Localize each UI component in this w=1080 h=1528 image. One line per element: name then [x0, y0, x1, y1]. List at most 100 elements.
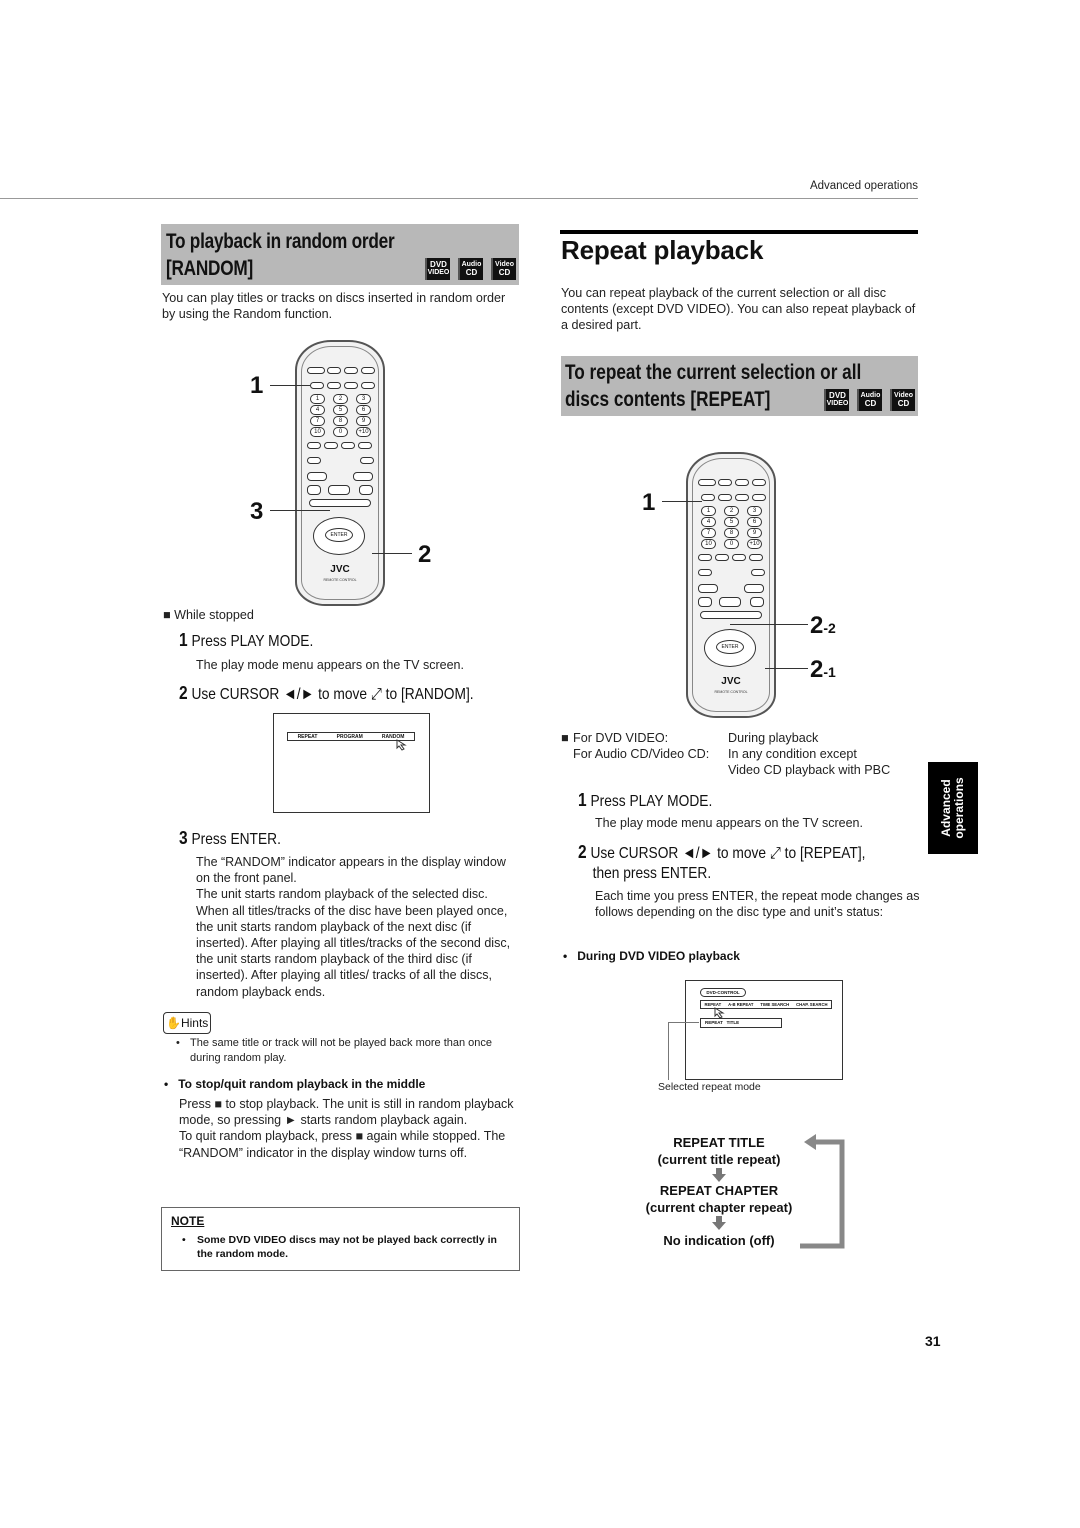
page-title: Repeat playback	[561, 235, 764, 265]
jvc-logo: JVC	[330, 564, 350, 575]
random-step-3: 3 Press ENTER.	[179, 828, 281, 848]
callout-line	[372, 553, 412, 554]
callout-2-1: 2-1	[810, 656, 836, 683]
remote-button	[307, 457, 321, 464]
random-disc-badges: DVD VIDEO Audio CD Video CD	[425, 258, 516, 280]
remote-control-illustration: 123 456 789 10 0 +10 ENTER JVC REMOTE CONT…	[295, 340, 385, 606]
leader-line	[668, 1022, 669, 1080]
remote-button	[353, 472, 373, 481]
dvd-control-label: DVD-CONTROL	[700, 988, 746, 997]
callout-1: 1	[642, 489, 656, 516]
flow-mode-repeat-chapter: REPEAT CHAPTER	[659, 1183, 779, 1198]
remote-button	[361, 367, 375, 374]
repeat-step-1: 1 Press PLAY MODE.	[578, 790, 713, 810]
remote-button	[307, 485, 321, 495]
square-bullet-icon: ■	[163, 608, 171, 622]
callout-3: 3	[250, 498, 264, 525]
play-mode-button	[310, 382, 324, 389]
repeat-intro: You can repeat playback of the current s…	[561, 286, 916, 332]
square-bullet-icon: ■	[561, 731, 569, 745]
down-arrow-icon	[712, 1216, 726, 1230]
remote-control-label: REMOTE CONTROL	[714, 690, 748, 694]
random-title-line1: To playback in random order	[166, 230, 395, 253]
menu-program: PROGRAM	[336, 733, 363, 740]
repeat-conditions: ■ For DVD VIDEO: During playback For Audio…	[561, 731, 891, 777]
remote-button	[361, 382, 375, 389]
note-item: • Some DVD VIDEO discs may not be played…	[182, 1234, 497, 1260]
callout-2: 2	[418, 541, 432, 568]
remote-button	[309, 499, 371, 507]
video-cd-badge: Video CD	[491, 258, 516, 280]
tv-screen-repeat: DVD-CONTROL REPEAT A-B REPEAT TIME SEARCH C…	[685, 980, 843, 1080]
repeat-section-title: To repeat the current selection or all d…	[565, 359, 861, 413]
stop-heading: • To stop/quit random playback in the mi…	[164, 1077, 426, 1091]
remote-control-illustration: 123 456 789 10 0 +10 ENTER JVC REMOTE CONT…	[686, 452, 776, 718]
callout-2-2: 2-2	[810, 612, 836, 639]
video-cd-badge: Video CD	[890, 389, 915, 411]
remote-button	[359, 485, 373, 495]
remote-button	[344, 367, 358, 374]
callout-line	[730, 624, 808, 625]
repeat-title-line2: discs contents [REPEAT]	[565, 388, 771, 411]
callout-line	[270, 385, 310, 386]
random-step-1-desc: The play mode menu appears on the TV scr…	[196, 658, 464, 672]
remote-button	[344, 382, 358, 389]
audio-cd-badge: Audio CD	[458, 258, 483, 280]
callout-line	[662, 501, 702, 502]
remote-button	[307, 442, 321, 449]
loop-back-arrow-icon	[800, 1134, 845, 1249]
dvd-video-badge: DVD VIDEO	[824, 389, 849, 411]
leader-line	[668, 1022, 699, 1023]
remote-control-label: REMOTE CONTROL	[323, 578, 357, 582]
random-intro: You can play titles or tracks on discs i…	[162, 291, 506, 321]
dvd-video-heading: • During DVD VIDEO playback	[563, 949, 740, 963]
repeat-mode-flow: REPEAT TITLE (current title repeat) REPE…	[619, 1134, 819, 1249]
remote-button	[327, 382, 341, 389]
advanced-operations-tab: Advanced operations	[928, 762, 978, 854]
flow-desc: (current title repeat)	[657, 1152, 781, 1167]
callout-1: 1	[250, 372, 264, 399]
enter-button: ENTER	[325, 528, 353, 542]
random-step-1: 1 Press PLAY MODE.	[179, 630, 314, 650]
enter-button: ENTER	[716, 640, 744, 654]
down-arrow-icon	[712, 1168, 726, 1182]
hand-icon: ✋	[166, 1016, 181, 1030]
play-mode-button	[701, 494, 715, 501]
hint-item: • The same title or track will not be pl…	[176, 1037, 493, 1064]
flow-mode-off: No indication (off)	[663, 1233, 775, 1248]
random-step-3-desc: The “RANDOM” indicator appears in the di…	[196, 855, 511, 999]
remote-button	[341, 442, 355, 449]
running-head: Advanced operations	[809, 180, 918, 192]
repeat-title-line1: To repeat the current selection or all	[565, 361, 862, 384]
page-number: 31	[925, 1333, 941, 1349]
repeat-disc-badges: DVD VIDEO Audio CD Video CD	[824, 389, 915, 411]
remote-button	[358, 442, 372, 449]
note-label: NOTE	[171, 1214, 205, 1228]
while-stopped-condition: ■ While stopped	[163, 608, 254, 622]
cursor-arrow-icon	[396, 739, 407, 751]
header-rule	[0, 198, 918, 199]
hints-label: ✋Hints	[163, 1012, 211, 1034]
random-section-title: To playback in random order [RANDOM]	[166, 228, 395, 282]
note-box: NOTE • Some DVD VIDEO discs may not be p…	[161, 1207, 520, 1271]
remote-button	[327, 367, 341, 374]
title-rule	[560, 230, 918, 234]
audio-cd-badge: Audio CD	[857, 389, 882, 411]
repeat-step-1-desc: The play mode menu appears on the TV scr…	[595, 816, 863, 830]
tv-screen-random: REPEAT PROGRAM RANDOM	[273, 713, 430, 813]
callout-line	[765, 668, 808, 669]
repeat-step-2-desc: Each time you press ENTER, the repeat mo…	[595, 889, 920, 920]
menu-repeat: REPEAT	[297, 733, 318, 740]
jvc-logo: JVC	[721, 676, 741, 687]
repeat-step-2: 2 Use CURSOR ◄/► to move ⤢ to [REPEAT], …	[578, 842, 866, 882]
dvd-video-badge: DVD VIDEO	[425, 258, 450, 280]
stop-text: Press ■ to stop playback. The unit is st…	[179, 1097, 514, 1160]
selected-mode-caption: Selected repeat mode	[658, 1081, 761, 1093]
selected-repeat-mode: REPEAT TITLE	[700, 1018, 782, 1028]
remote-button	[307, 367, 325, 374]
remote-button	[360, 457, 374, 464]
random-title-line2: [RANDOM]	[166, 257, 253, 280]
flow-desc: (current chapter repeat)	[645, 1200, 793, 1215]
flow-mode-repeat-title: REPEAT TITLE	[673, 1135, 765, 1150]
remote-button	[328, 485, 350, 495]
